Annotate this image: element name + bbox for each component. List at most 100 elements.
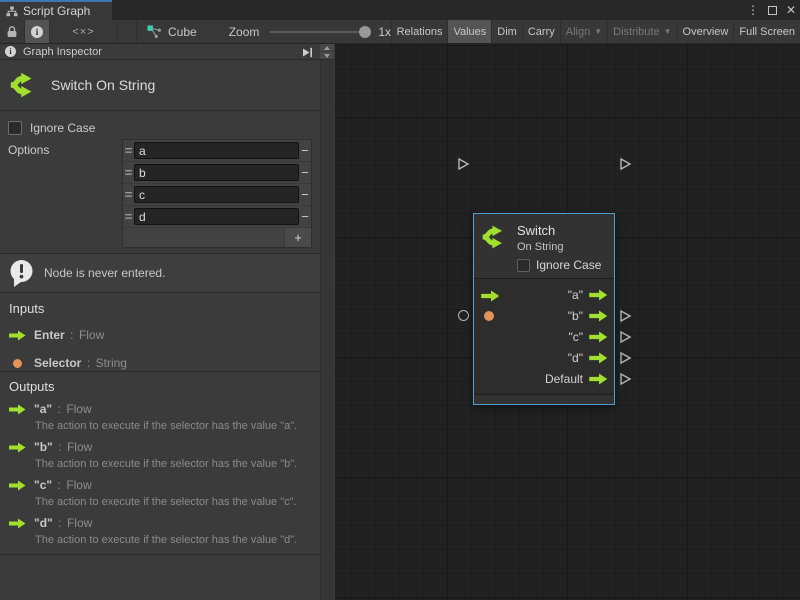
drag-handle-icon[interactable]: = [123, 209, 134, 224]
remove-option-button[interactable]: − [299, 187, 311, 202]
option-item: = − [123, 184, 311, 206]
flow-arrow-icon [9, 480, 26, 491]
graph-toolbar: i <×> Cube Zoom 1x [0, 20, 800, 44]
align-label: Align [566, 26, 590, 38]
zoom-slider[interactable] [269, 31, 369, 33]
input-port-enter: Enter : Flow [9, 326, 335, 344]
output-a-connection-point[interactable] [619, 157, 632, 171]
unit-properties-section: Ignore Case Options = − = − [0, 111, 335, 253]
remove-option-button[interactable]: − [299, 143, 311, 158]
drag-handle-icon[interactable]: = [123, 165, 134, 180]
port-name: Selector [34, 356, 81, 370]
output-port-a[interactable]: "a" [568, 284, 608, 305]
close-icon[interactable]: ✕ [786, 3, 796, 17]
output-port-default[interactable]: Default [545, 368, 608, 389]
enter-connection-point[interactable] [457, 157, 470, 171]
inputs-header: Inputs [9, 301, 335, 316]
output-port-d[interactable]: "d" [568, 347, 608, 368]
zoom-slider-handle[interactable] [359, 26, 371, 38]
inspector-toggle-button[interactable]: i [25, 20, 50, 43]
scroll-up-button[interactable] [320, 44, 334, 51]
outputs-section: Outputs "a" : Flow The action to execute… [0, 371, 335, 554]
flow-arrow-icon [9, 518, 26, 529]
info-icon: i [31, 26, 43, 38]
ignore-case-checkbox[interactable] [8, 121, 22, 135]
fullscreen-button[interactable]: Full Screen [734, 20, 800, 43]
align-dropdown[interactable]: Align ▼ [561, 20, 608, 43]
toolbar-spacer [118, 20, 137, 43]
option-item: = − [123, 140, 311, 162]
distribute-dropdown[interactable]: Distribute ▼ [608, 20, 677, 43]
input-port-selector: Selector : String [9, 354, 335, 372]
option-item: = − [123, 162, 311, 184]
output-default-connection-point[interactable] [619, 372, 632, 386]
triangle-up-icon [324, 46, 330, 50]
graph-target-breadcrumb[interactable]: Cube [137, 20, 207, 43]
flow-arrow-icon [589, 310, 608, 322]
carry-button[interactable]: Carry [523, 20, 561, 43]
options-list: = − = − = − = [122, 139, 312, 248]
remove-option-button[interactable]: − [299, 165, 311, 180]
port-description: The action to execute if the selector ha… [35, 458, 335, 470]
inspector-scrollbar[interactable] [320, 60, 334, 600]
relations-button[interactable]: Relations [392, 20, 449, 43]
values-button[interactable]: Values [448, 20, 492, 43]
port-name: "d" [34, 516, 53, 530]
port-label: "d" [568, 351, 583, 365]
output-port-c[interactable]: "c" [568, 326, 608, 347]
option-value-input[interactable] [134, 186, 299, 203]
graph-canvas[interactable]: Switch On String Ignore Case "a" [335, 44, 800, 600]
port-name: "b" [34, 440, 53, 454]
maximize-icon[interactable] [768, 6, 777, 15]
tab-script-graph[interactable]: Script Graph [0, 0, 112, 20]
drag-handle-icon[interactable]: = [123, 143, 134, 158]
window-menu-icon[interactable]: ⋮ [747, 3, 759, 17]
switch-on-string-node[interactable]: Switch On String Ignore Case "a" [473, 213, 615, 405]
add-option-button[interactable]: + [284, 228, 311, 247]
port-name: "a" [34, 402, 52, 416]
node-ignore-case-checkbox[interactable] [517, 259, 530, 272]
selector-port-icon[interactable] [484, 311, 494, 321]
flow-arrow-icon [589, 373, 608, 385]
options-label: Options [0, 139, 122, 248]
output-port-b[interactable]: "b" [568, 305, 608, 326]
option-value-input[interactable] [134, 164, 299, 181]
remove-option-button[interactable]: − [299, 209, 311, 224]
switch-unit-icon [9, 70, 39, 100]
output-c-connection-point[interactable] [619, 330, 632, 344]
port-separator: : [58, 516, 61, 530]
port-type: String [96, 356, 127, 370]
node-port-row: "c" [474, 326, 614, 347]
port-description: The action to execute if the selector ha… [35, 534, 335, 546]
zoom-label: Zoom [229, 25, 260, 39]
overview-button[interactable]: Overview [678, 20, 735, 43]
node-subtitle: On String [517, 241, 563, 253]
dock-panel-icon[interactable] [302, 47, 313, 58]
output-port-b: "b" : Flow [9, 438, 335, 456]
tab-bar: Script Graph ⋮ ✕ [0, 0, 800, 20]
unit-title: Switch On String [51, 77, 155, 93]
selector-connection-point[interactable] [458, 310, 469, 321]
scroll-down-button[interactable] [320, 52, 334, 59]
edit-script-button[interactable]: <×> [50, 20, 118, 43]
chevron-down-icon: ▼ [594, 27, 602, 36]
node-ignore-case-label: Ignore Case [536, 258, 601, 272]
port-separator: : [70, 328, 73, 342]
output-d-connection-point[interactable] [619, 351, 632, 365]
option-value-input[interactable] [134, 142, 299, 159]
lock-button[interactable] [0, 20, 25, 43]
panel-scroll-buttons [320, 44, 334, 60]
string-port-icon [13, 359, 22, 368]
warning-text: Node is never entered. [44, 266, 165, 280]
window-controls: ⋮ ✕ [747, 2, 796, 18]
lock-icon [6, 25, 18, 38]
node-title: Switch [517, 223, 555, 238]
info-icon: i [5, 46, 16, 57]
output-port-a: "a" : Flow [9, 400, 335, 418]
port-type: Flow [67, 440, 92, 454]
node-header[interactable]: Switch On String Ignore Case [474, 214, 614, 279]
drag-handle-icon[interactable]: = [123, 187, 134, 202]
option-value-input[interactable] [134, 208, 299, 225]
output-b-connection-point[interactable] [619, 309, 632, 323]
dim-button[interactable]: Dim [492, 20, 523, 43]
